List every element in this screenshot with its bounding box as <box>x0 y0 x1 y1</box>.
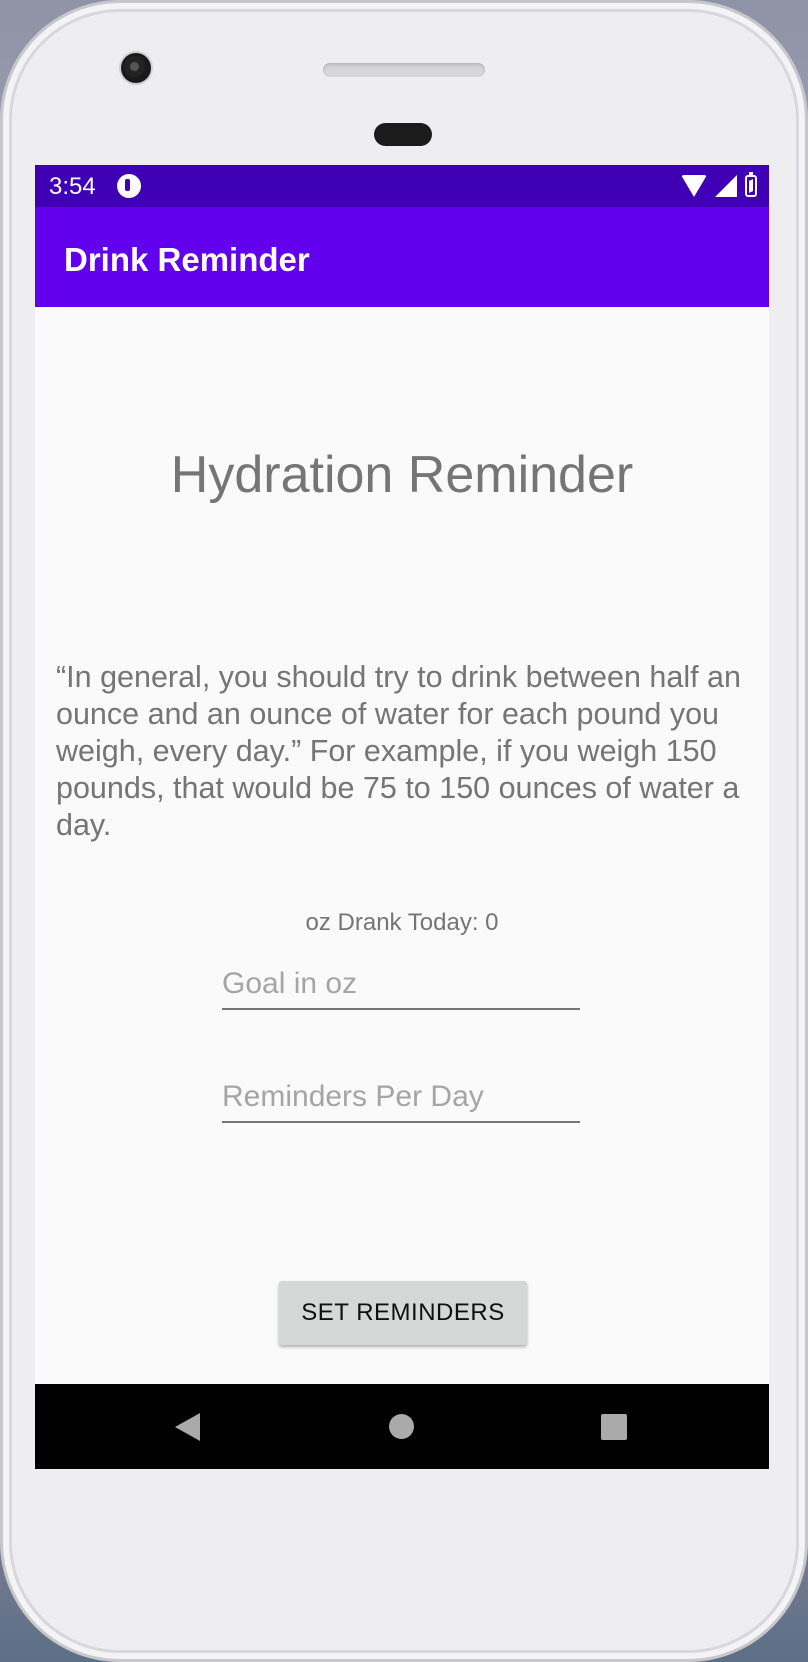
page-heading: Hydration Reminder <box>170 446 634 504</box>
set-reminders-button[interactable]: SET REMINDERS <box>279 1281 527 1345</box>
reminders-per-day-input[interactable] <box>222 1073 580 1121</box>
home-icon[interactable] <box>389 1414 414 1439</box>
back-icon[interactable] <box>175 1413 200 1441</box>
goal-input[interactable] <box>222 960 580 1008</box>
battery-charging-icon <box>745 172 757 197</box>
reminders-field[interactable] <box>222 1073 580 1123</box>
recents-icon[interactable] <box>601 1414 627 1440</box>
cell-signal-icon <box>715 175 737 197</box>
oz-drank-today-label: oz Drank Today: 0 <box>305 909 499 936</box>
app-notification-icon <box>117 174 141 198</box>
front-camera <box>121 53 151 83</box>
status-bar: 3:54 <box>35 165 769 207</box>
wifi-icon <box>681 175 707 197</box>
hydration-quote: “In general, you should try to drink bet… <box>56 660 741 842</box>
phone-frame: 3:54 Drink Reminder Hydration Reminder “… <box>0 0 808 1662</box>
proximity-sensor <box>374 123 432 146</box>
app-bar: Drink Reminder <box>35 207 769 307</box>
goal-field[interactable] <box>222 960 580 1010</box>
navigation-bar <box>35 1384 769 1469</box>
screen: 3:54 Drink Reminder Hydration Reminder “… <box>35 165 769 1469</box>
app-title: Drink Reminder <box>64 241 310 278</box>
earpiece-speaker <box>323 63 485 77</box>
status-icons <box>681 172 757 199</box>
status-time: 3:54 <box>49 173 96 200</box>
